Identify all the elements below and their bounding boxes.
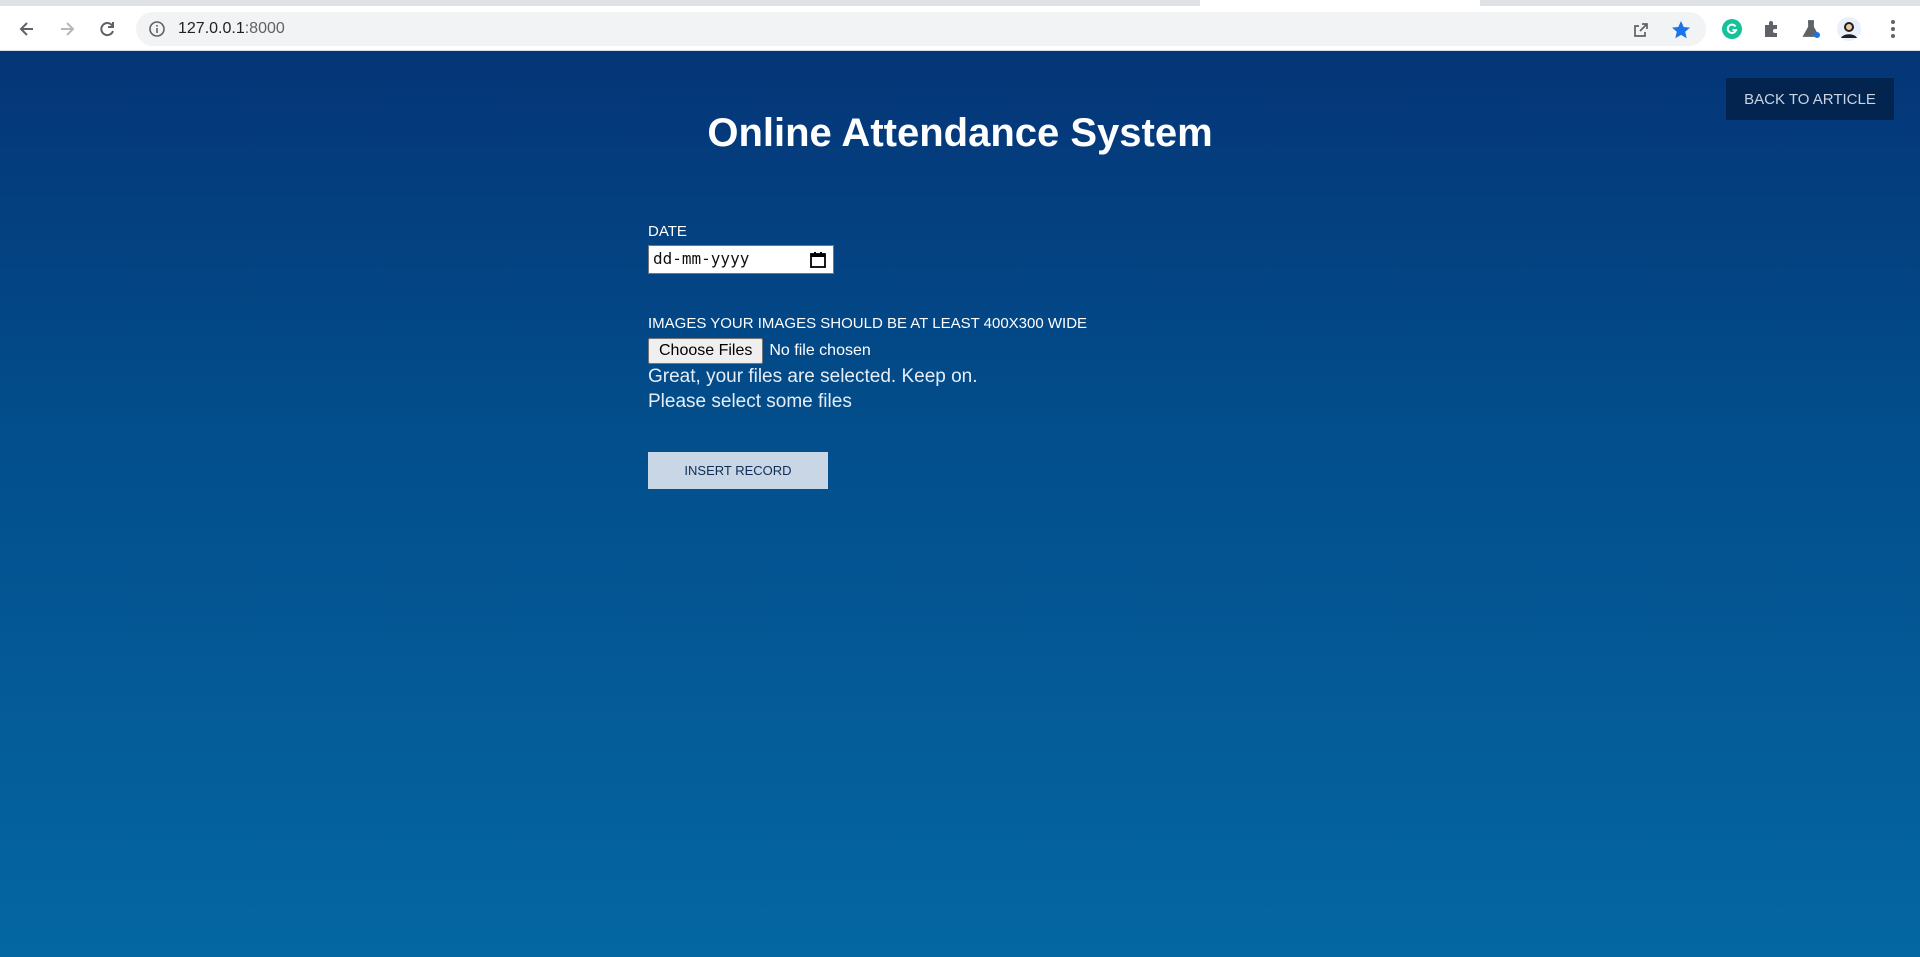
- profile-button[interactable]: [1836, 16, 1862, 42]
- back-button[interactable]: [12, 14, 42, 44]
- chrome-menu-button[interactable]: [1880, 16, 1906, 42]
- extensions-button[interactable]: [1759, 16, 1785, 42]
- back-icon: [19, 22, 33, 36]
- url-host: 127.0.0.1: [178, 20, 245, 37]
- calendar-icon[interactable]: [809, 251, 827, 269]
- choose-files-button[interactable]: Choose Files: [648, 337, 764, 364]
- date-label: DATE: [648, 223, 687, 240]
- grammarly-extension-button[interactable]: [1719, 16, 1745, 42]
- file-input[interactable]: Choose Files No file chosen: [648, 337, 1348, 364]
- grammarly-extension-icon: [1722, 19, 1742, 39]
- url-text[interactable]: 127.0.0.1:8000: [178, 20, 285, 38]
- page-body: BACK TO ARTICLE Online Attendance System…: [0, 51, 1920, 957]
- lab-flask-icon: [1802, 20, 1820, 38]
- browser-toolbar: 127.0.0.1:8000: [0, 6, 1920, 51]
- share-button[interactable]: [1630, 19, 1652, 41]
- address-bar[interactable]: 127.0.0.1:8000: [136, 12, 1706, 46]
- file-status: No file chosen: [769, 341, 871, 359]
- images-label: IMAGES YOUR IMAGES SHOULD BE AT LEAST 40…: [648, 315, 1088, 332]
- share-icon: [1634, 23, 1648, 37]
- bookmark-star-icon: [1672, 21, 1690, 39]
- extensions-puzzle-icon: [1765, 21, 1777, 37]
- attendance-form: DATE dd-mm-yyyy IMAGES YOUR IMAGES SHOUL…: [648, 223, 1348, 489]
- profile-avatar: [1837, 17, 1861, 41]
- files-selected-message: Great, your files are selected. Keep on.: [648, 366, 978, 387]
- menu-kebab-icon: [1891, 20, 1895, 38]
- bookmark-button[interactable]: [1670, 19, 1692, 41]
- insert-record-button[interactable]: INSERT RECORD: [648, 452, 828, 489]
- reload-icon: [100, 22, 114, 37]
- site-info-icon[interactable]: [148, 20, 166, 38]
- url-port: :8000: [244, 20, 285, 37]
- forward-icon: [61, 22, 75, 36]
- reload-button[interactable]: [92, 14, 122, 44]
- date-input[interactable]: dd-mm-yyyy: [648, 245, 834, 274]
- forward-button[interactable]: [52, 14, 82, 44]
- page-title: Online Attendance System: [707, 111, 1213, 155]
- select-files-message: Please select some files: [648, 391, 852, 412]
- lab-extension-button[interactable]: [1798, 16, 1824, 42]
- date-placeholder: dd-mm-yyyy: [653, 249, 750, 268]
